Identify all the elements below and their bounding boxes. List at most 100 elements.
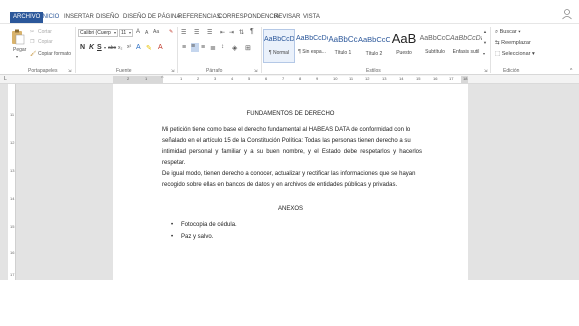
ruler-number: 6 xyxy=(265,76,268,81)
paste-dropdown-icon[interactable]: ▾ xyxy=(16,54,18,59)
format-painter-button[interactable]: Copiar formato xyxy=(38,51,71,57)
highlight-icon[interactable]: ✎ xyxy=(146,44,152,52)
style-enfasis-sutil[interactable]: AaBbCcDa Énfasis sutil xyxy=(450,29,482,63)
show-marks-icon[interactable]: ¶ xyxy=(250,28,254,35)
ruler-number: 3 xyxy=(214,76,217,81)
bold-button[interactable]: N xyxy=(80,44,85,51)
underline-button[interactable]: S xyxy=(97,44,102,51)
find-button[interactable]: ⌕ Buscar ▾ xyxy=(495,29,521,36)
font-size-select[interactable]: 11 ▾ xyxy=(119,29,133,37)
cut-button[interactable]: Cortar xyxy=(38,29,52,35)
document-paragraph: Mi petición tiene como base el derecho f… xyxy=(162,125,422,191)
ribbon: Pegar ▾ ✂ Cortar ❐ Copiar 🖌 Copiar forma… xyxy=(0,23,579,75)
horizontal-ruler[interactable]: L 2 1 ⌂ 1 2 3 4 5 6 7 8 9 10 11 12 13 14… xyxy=(0,74,579,84)
format-painter-icon[interactable]: 🖌 xyxy=(30,51,36,57)
copy-icon[interactable]: ❐ xyxy=(30,39,34,45)
style-titulo-2[interactable]: AaBbCcC Título 2 xyxy=(358,29,390,63)
font-color-icon[interactable]: A xyxy=(158,44,163,51)
style-subtitulo[interactable]: AaBbCcC Subtítulo xyxy=(419,29,451,63)
style-titulo-1[interactable]: AaBbCc Título 1 xyxy=(327,29,359,63)
change-case-button[interactable]: Aa xyxy=(153,29,159,35)
clipboard-launcher-icon[interactable]: ⇲ xyxy=(68,68,71,73)
styles-launcher-icon[interactable]: ⇲ xyxy=(484,68,487,73)
font-family-select[interactable]: Calibri (Cuerp ▾ xyxy=(78,29,118,37)
copy-button[interactable]: Copiar xyxy=(38,39,53,45)
find-icon: ⌕ xyxy=(495,29,499,35)
paragraph-line: señalado en el artículo 15 de la Constit… xyxy=(162,138,411,144)
font-launcher-icon[interactable]: ⇲ xyxy=(171,68,174,73)
user-account-icon[interactable] xyxy=(561,8,573,20)
tab-vista[interactable]: VISTA xyxy=(303,12,320,23)
style-normal[interactable]: AaBbCcDc ¶ Normal xyxy=(263,29,295,63)
tab-referencias[interactable]: REFERENCIAS xyxy=(178,12,221,23)
ruler-number: 5 xyxy=(248,76,251,81)
tab-insertar[interactable]: INSERTAR xyxy=(64,12,94,23)
grow-font-button[interactable]: A xyxy=(136,29,140,35)
ruler-number: 18 xyxy=(463,76,468,81)
tab-revisar[interactable]: REVISAR xyxy=(274,12,300,23)
collapse-ribbon-icon[interactable]: ^ xyxy=(570,68,572,74)
clear-format-icon[interactable]: ✎ xyxy=(169,29,173,35)
line-spacing-icon[interactable]: ↕ xyxy=(221,44,224,50)
paragraph-launcher-icon[interactable]: ⇲ xyxy=(254,68,257,73)
align-left-icon[interactable]: ≡ xyxy=(182,44,186,51)
ruler-number: 15 xyxy=(416,76,421,81)
borders-icon[interactable]: ⊞ xyxy=(245,44,251,52)
indent-marker-icon[interactable]: ⌂ xyxy=(161,74,163,79)
ruler-number: 17 xyxy=(449,76,454,81)
multilevel-list-icon[interactable]: ☰ xyxy=(207,29,212,36)
justify-icon[interactable]: ≣ xyxy=(210,44,216,52)
ribbon-tabs: ARCHIVO INICIO INSERTAR DISEÑO DISEÑO DE… xyxy=(0,12,579,23)
scissors-icon[interactable]: ✂ xyxy=(30,29,34,35)
tab-selector-icon[interactable]: L xyxy=(4,76,7,82)
ruler-number: 8 xyxy=(299,76,302,81)
bullets-icon[interactable]: ☰ xyxy=(181,29,186,36)
list-item: Paz y salvo. xyxy=(171,234,213,240)
vertical-ruler[interactable]: 11 12 13 14 15 16 17 xyxy=(8,84,16,280)
tab-diseno-de-pagina[interactable]: DISEÑO DE PÁGINA xyxy=(123,12,180,23)
styles-more-icon[interactable]: ▾ xyxy=(483,51,485,56)
style-puesto[interactable]: AaB Puesto xyxy=(388,29,420,63)
paste-icon[interactable] xyxy=(11,29,25,45)
ruler-margin-left xyxy=(113,76,163,83)
numbering-icon[interactable]: ☰ xyxy=(194,29,199,36)
styles-scroll-up-icon[interactable]: ▲ xyxy=(483,29,487,34)
shading-icon[interactable]: ◈ xyxy=(232,44,237,52)
select-button[interactable]: ⬚ Seleccionar ▾ xyxy=(495,51,535,57)
strikethrough-button[interactable]: abc xyxy=(108,45,116,51)
editing-group-label: Edición xyxy=(503,68,520,74)
paragraph-line: De igual modo, tienen derecho a conocer,… xyxy=(162,171,416,177)
style-sin-espaciado[interactable]: AaBbCcDc ¶ Sin espa... xyxy=(296,29,328,63)
document-heading: FUNDAMENTOS DE DERECHO xyxy=(246,111,335,117)
align-right-icon[interactable]: ≡ xyxy=(201,44,205,51)
tab-inicio[interactable]: INICIO xyxy=(41,12,59,23)
shrink-font-button[interactable]: A xyxy=(145,30,148,36)
ruler-number: 14 xyxy=(10,196,15,201)
decrease-indent-icon[interactable]: ⇤ xyxy=(220,29,225,36)
text-effects-icon[interactable]: A xyxy=(136,44,141,51)
ruler-number: 14 xyxy=(399,76,404,81)
ruler-number: 13 xyxy=(382,76,387,81)
align-center-icon[interactable]: ≡ xyxy=(191,43,199,52)
ruler-number: 15 xyxy=(10,224,15,229)
document-page[interactable]: FUNDAMENTOS DE DERECHO Mi petición tiene… xyxy=(113,84,468,280)
tab-archivo[interactable]: ARCHIVO xyxy=(10,12,44,23)
superscript-button[interactable]: x² xyxy=(127,44,131,50)
styles-group-label: Estilos xyxy=(366,68,381,74)
ruler-number: 2 xyxy=(197,76,200,81)
tab-correspondencia[interactable]: CORRESPONDENCIA xyxy=(218,12,279,23)
tab-diseno[interactable]: DISEÑO xyxy=(96,12,119,23)
paragraph-line: Mi petición tiene como base el derecho f… xyxy=(162,127,411,133)
underline-dropdown-icon[interactable]: ▾ xyxy=(104,45,106,50)
ruler-number: 17 xyxy=(10,272,15,277)
ruler-number: 16 xyxy=(433,76,438,81)
italic-button[interactable]: K xyxy=(89,44,94,51)
ruler-number: 13 xyxy=(10,168,15,173)
replace-button[interactable]: ⇆ Reemplazar xyxy=(495,40,531,46)
increase-indent-icon[interactable]: ⇥ xyxy=(229,29,234,36)
sort-icon[interactable]: ⇅ xyxy=(239,29,244,36)
ruler-number: 4 xyxy=(231,76,234,81)
subscript-button[interactable]: x₂ xyxy=(118,45,122,51)
paste-button[interactable]: Pegar xyxy=(13,47,26,53)
styles-scroll-down-icon[interactable]: ▼ xyxy=(483,40,487,45)
